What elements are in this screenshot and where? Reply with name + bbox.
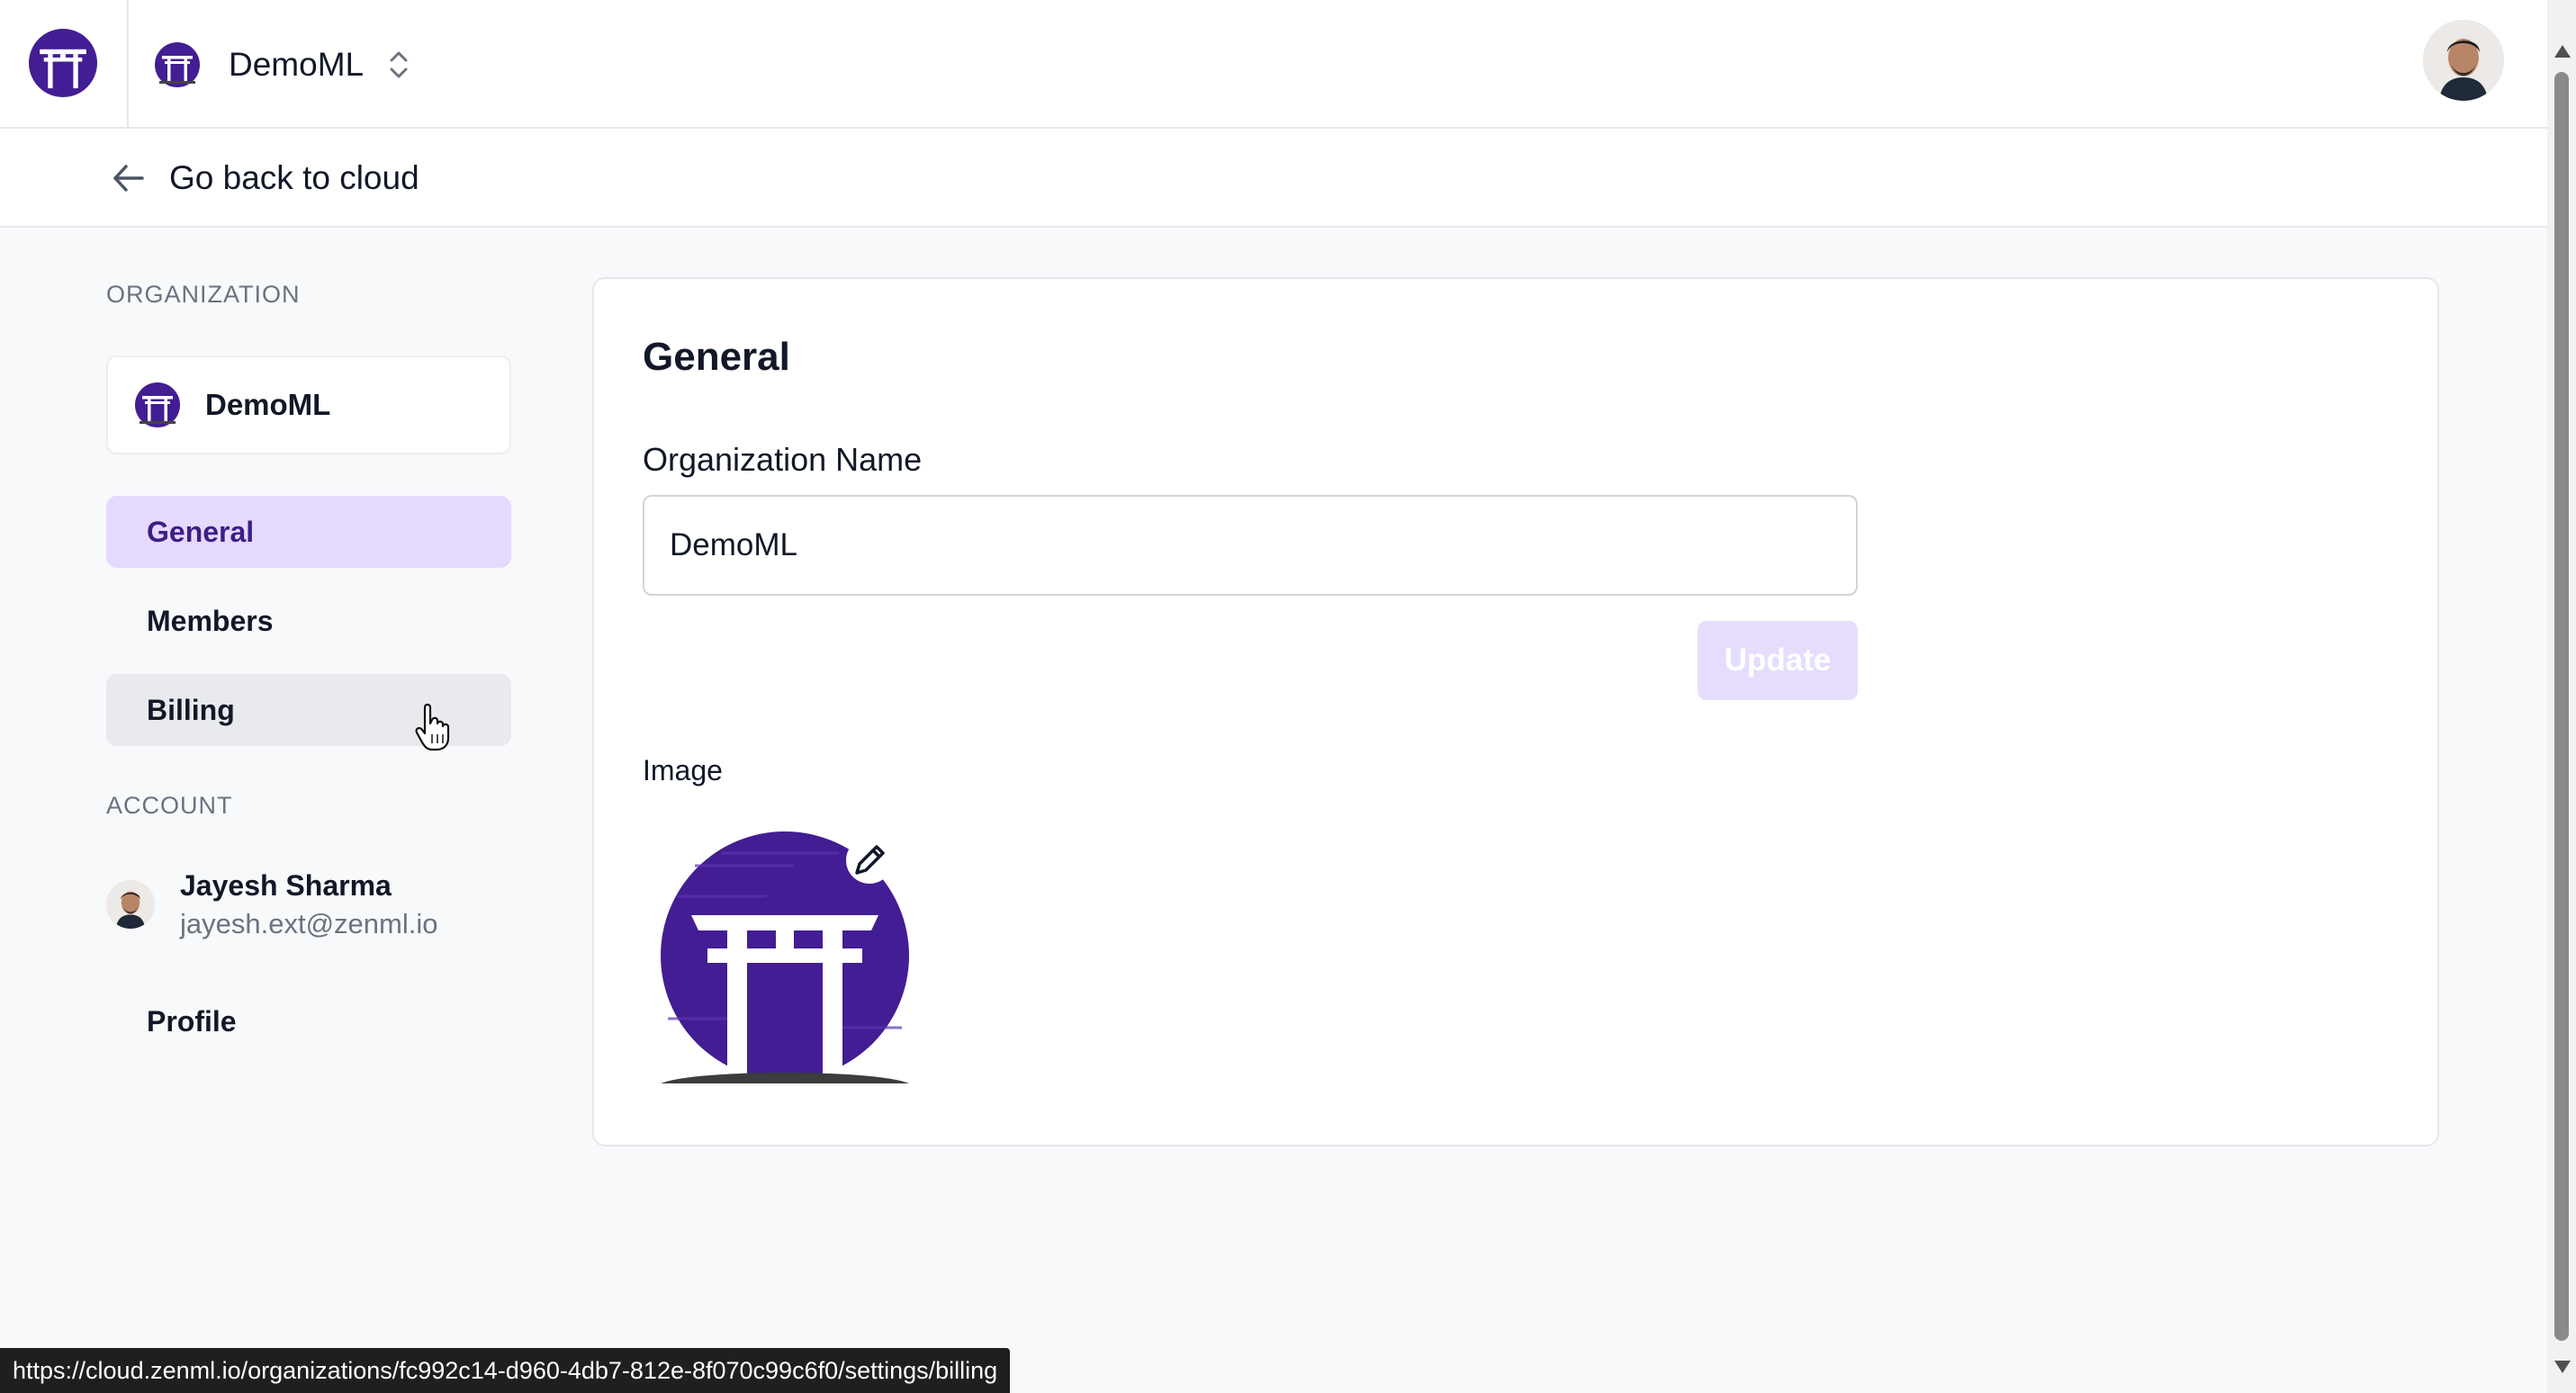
sidebar-item-label: Billing — [147, 693, 235, 726]
top-navbar: DemoML — [0, 0, 2547, 129]
back-to-cloud-link[interactable]: Go back to cloud — [108, 154, 419, 202]
scroll-down-arrow-icon[interactable] — [2554, 1361, 2571, 1373]
back-bar: Go back to cloud — [0, 129, 2547, 228]
vertical-scrollbar[interactable] — [2547, 0, 2576, 1393]
settings-page: DemoML Go back to cloud ORGANIZATION Dem… — [0, 0, 2547, 1393]
user-avatar[interactable] — [2423, 20, 2504, 101]
account-info: Jayesh Sharma jayesh.ext@zenml.io — [106, 864, 511, 945]
org-logo-icon — [135, 382, 180, 427]
logo-cell[interactable] — [0, 0, 129, 129]
sidebar-item-profile[interactable]: Profile — [106, 985, 511, 1057]
org-name-input[interactable] — [643, 495, 1858, 596]
org-card-name: DemoML — [205, 388, 331, 421]
image-label: Image — [643, 754, 723, 786]
scroll-up-arrow-icon[interactable] — [2554, 45, 2571, 58]
org-name-label: Organization Name — [643, 441, 923, 478]
organization-section-label: ORGANIZATION — [106, 281, 301, 308]
back-to-cloud-label: Go back to cloud — [169, 159, 419, 196]
status-url-text: https://cloud.zenml.io/organizations/fc9… — [13, 1356, 998, 1384]
update-button[interactable]: Update — [1698, 621, 1858, 700]
chevron-up-down-icon — [390, 51, 408, 78]
account-section-label: ACCOUNT — [106, 792, 233, 819]
user-avatar-icon — [2423, 20, 2504, 101]
pencil-icon[interactable] — [844, 835, 895, 885]
zenml-logo-icon[interactable] — [29, 29, 97, 97]
sidebar-item-label: Profile — [147, 1004, 237, 1038]
user-avatar-icon — [106, 880, 155, 929]
org-logo-icon — [155, 42, 200, 87]
scrollbar-thumb[interactable] — [2554, 72, 2569, 1341]
org-switcher-name: DemoML — [229, 46, 365, 83]
general-settings-card: General Organization Name Update Image — [592, 277, 2439, 1146]
account-email: jayesh.ext@zenml.io — [180, 907, 438, 939]
org-card[interactable]: DemoML — [106, 355, 511, 454]
hand-cursor-icon — [415, 703, 450, 751]
avatar — [106, 880, 155, 929]
account-name: Jayesh Sharma — [180, 868, 392, 902]
arrow-left-icon — [113, 165, 144, 192]
sidebar-item-label: General — [147, 515, 255, 548]
org-switcher[interactable]: DemoML — [155, 40, 412, 90]
page-title: General — [643, 335, 790, 379]
browser-status-url: https://cloud.zenml.io/organizations/fc9… — [0, 1348, 1011, 1393]
sidebar-item-label: Members — [147, 604, 274, 637]
sidebar-item-members[interactable]: Members — [106, 585, 511, 657]
sidebar-item-general[interactable]: General — [106, 496, 511, 568]
